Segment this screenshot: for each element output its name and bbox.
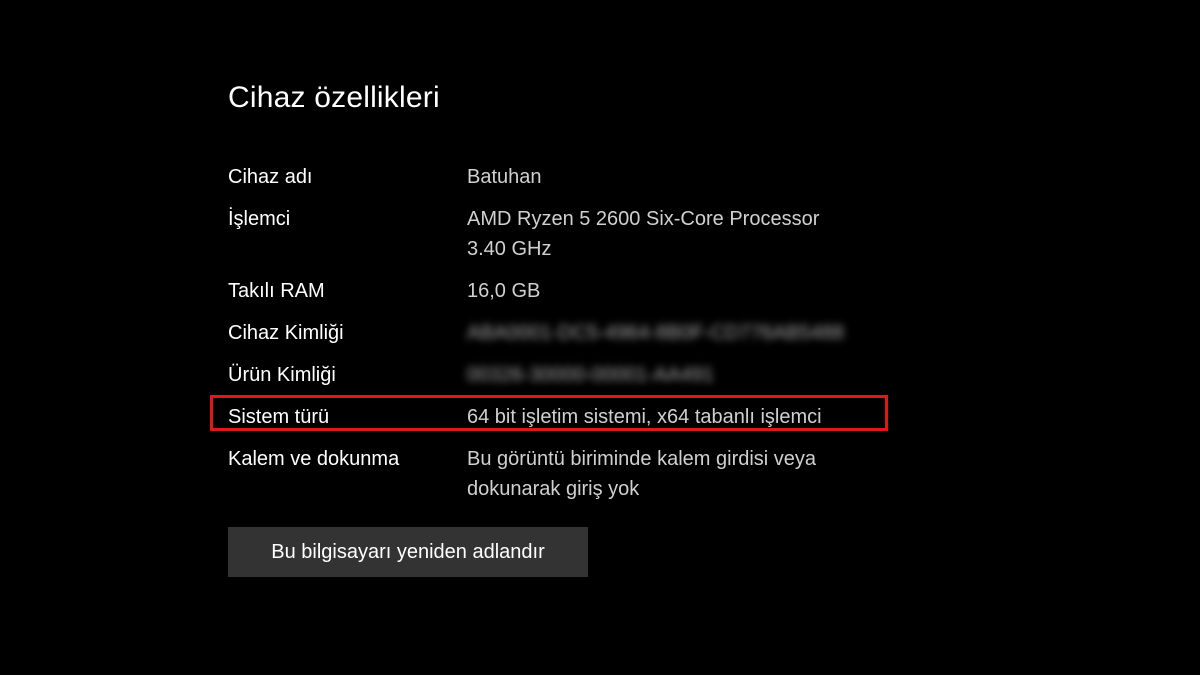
spec-label: Takılı RAM: [228, 280, 325, 302]
spec-value[interactable]: 16,0 GB: [467, 276, 928, 306]
spec-row-device-id: Cihaz Kimliği ABA0001-DC5-4964-8B0F-CD77…: [228, 318, 928, 360]
spec-label: Cihaz Kimliği: [228, 322, 344, 344]
spec-label: Ürün Kimliği: [228, 364, 336, 386]
spec-label: Cihaz adı: [228, 166, 313, 188]
spec-row-device-name: Cihaz adı Batuhan: [228, 162, 928, 204]
spec-row-pen-touch: Kalem ve dokunma Bu görüntü biriminde ka…: [228, 444, 928, 524]
spec-row-system-type: Sistem türü 64 bit işletim sistemi, x64 …: [210, 395, 928, 444]
rename-pc-button[interactable]: Bu bilgisayarı yeniden adlandır: [228, 527, 588, 577]
spec-value-line: 3.40 GHz: [467, 238, 552, 260]
spec-label: İşlemci: [228, 208, 291, 230]
spec-value-obscured: 00326-30000-00001-AA491: [467, 364, 714, 386]
spec-label: Kalem ve dokunma: [228, 448, 400, 470]
spec-label: Sistem türü: [228, 406, 330, 428]
spec-value[interactable]: 64 bit işletim sistemi, x64 tabanlı işle…: [467, 402, 928, 432]
spec-row-ram: Takılı RAM 16,0 GB: [228, 276, 928, 318]
spec-value-line: Bu görüntü biriminde kalem girdisi veya: [467, 448, 817, 470]
spec-row-product-id: Ürün Kimliği 00326-30000-00001-AA491: [228, 360, 928, 402]
spec-value[interactable]: AMD Ryzen 5 2600 Six-Core Processor 3.40…: [467, 204, 928, 264]
spec-value-obscured: ABA0001-DC5-4964-8B0F-CD776AB5488: [467, 322, 844, 344]
device-specifications-panel: Cihaz özellikleri Cihaz adı Batuhan İşle…: [210, 78, 928, 577]
page-title: Cihaz özellikleri: [228, 81, 440, 114]
spec-value-line: dokunarak giriş yok: [467, 478, 640, 500]
spec-value[interactable]: Batuhan: [467, 162, 928, 192]
spec-value-line: AMD Ryzen 5 2600 Six-Core Processor: [467, 208, 820, 230]
spec-row-processor: İşlemci AMD Ryzen 5 2600 Six-Core Proces…: [228, 204, 928, 276]
spec-value[interactable]: Bu görüntü biriminde kalem girdisi veya …: [467, 444, 928, 504]
